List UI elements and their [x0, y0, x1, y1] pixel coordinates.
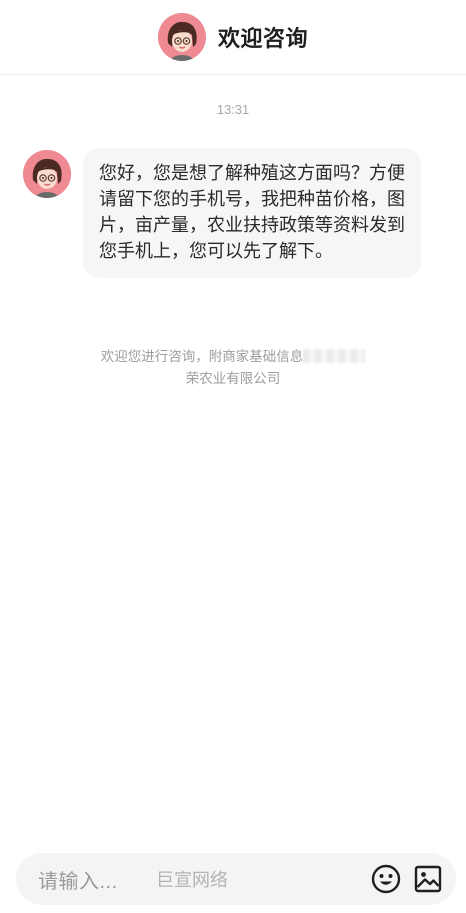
- header-inner: 欢迎咨询: [157, 13, 308, 61]
- header-avatar-icon: [157, 13, 206, 61]
- emoji-button[interactable]: [370, 863, 402, 895]
- emoji-icon: [371, 864, 401, 894]
- redacted-text: [303, 349, 366, 363]
- image-button[interactable]: [412, 863, 444, 895]
- brand-label: 巨宣网络: [156, 870, 228, 890]
- message-timestamp: 13:31: [216, 102, 250, 117]
- notice-prefix: 欢迎您进行咨询，附商家基础信息: [100, 349, 304, 364]
- image-icon: [414, 865, 442, 893]
- agent-avatar-icon: [23, 150, 71, 198]
- notice-suffix: 荣农业有限公司: [185, 371, 281, 386]
- chat-page: 欢迎咨询 13:31 您好，您是想了解种殖这方面吗？方便请留下您的手机号，我把种…: [0, 0, 466, 913]
- merchant-info-notice: 欢迎您进行咨询，附商家基础信息 荣农业有限公司: [60, 346, 406, 390]
- chat-header: 欢迎咨询: [0, 0, 466, 75]
- message-input-bar[interactable]: 请输入... 巨宣网络: [16, 853, 456, 905]
- header-title: 欢迎咨询: [217, 26, 308, 51]
- message-bubble: 您好，您是想了解种殖这方面吗？方便请留下您的手机号，我把种苗价格，图片，亩产量，…: [83, 148, 421, 278]
- message-input[interactable]: 请输入...: [38, 865, 156, 894]
- message-row: 您好，您是想了解种殖这方面吗？方便请留下您的手机号，我把种苗价格，图片，亩产量，…: [23, 148, 421, 278]
